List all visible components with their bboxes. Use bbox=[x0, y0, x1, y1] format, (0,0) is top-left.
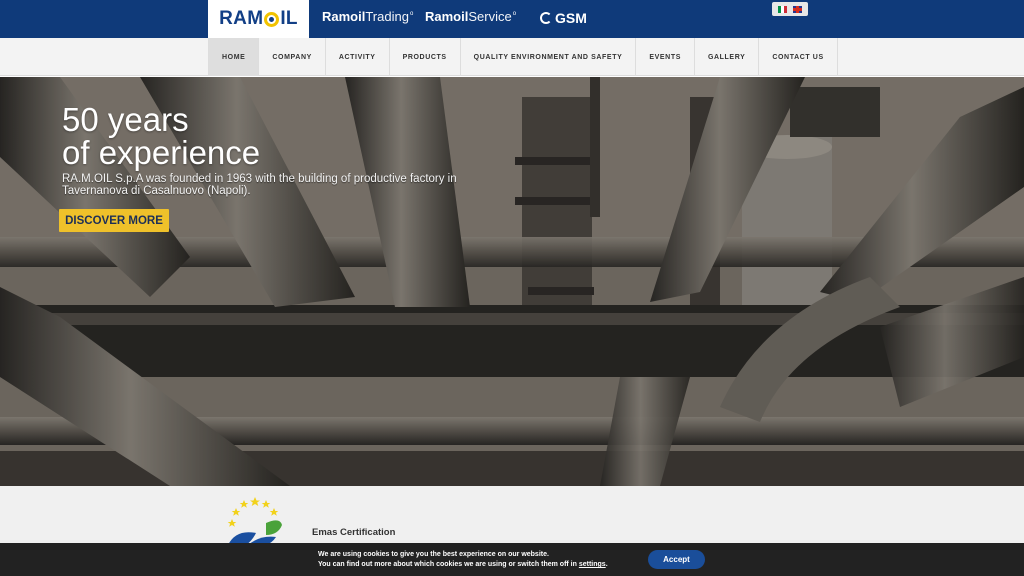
nav-item-contact[interactable]: CONTACT US bbox=[759, 38, 838, 76]
hero-title-line1: 50 years bbox=[62, 101, 189, 138]
cookie-settings-link[interactable]: settings bbox=[579, 561, 606, 568]
nav-item-quality[interactable]: QUALITY ENVIRONMENT AND SAFETY bbox=[461, 38, 637, 76]
cookie-line2-prefix: You can find out more about which cookie… bbox=[318, 561, 579, 568]
brand-bar: RAM IL Ramoil Trading o Ramoil Service o GSM bbox=[0, 0, 1024, 38]
nav-item-products[interactable]: PRODUCTS bbox=[390, 38, 461, 76]
emas-certification-title: Emas Certification bbox=[312, 527, 396, 538]
trading-mark: o bbox=[409, 11, 414, 17]
discover-more-button[interactable]: DISCOVER MORE bbox=[59, 209, 169, 232]
cookie-message-line1: We are using cookies to give you the bes… bbox=[318, 551, 549, 558]
nav-item-gallery[interactable]: GALLERY bbox=[695, 38, 760, 76]
nav-item-activity[interactable]: ACTIVITY bbox=[326, 38, 390, 76]
ramoil-logo: RAM IL bbox=[219, 8, 298, 30]
gsm-label: GSM bbox=[555, 10, 587, 26]
service-thin: Service bbox=[468, 9, 512, 24]
service-mark: o bbox=[512, 11, 517, 17]
logo-text-part1: RAM bbox=[219, 8, 264, 29]
cookie-accept-button[interactable]: Accept bbox=[648, 550, 705, 569]
cookie-banner: We are using cookies to give you the bes… bbox=[0, 543, 1024, 576]
trading-thin: Trading bbox=[365, 9, 409, 24]
hero-description: RA.M.OIL S.p.A was founded in 1963 with … bbox=[62, 173, 482, 197]
gsm-link[interactable]: GSM bbox=[540, 10, 587, 26]
logo-text-part2: IL bbox=[280, 8, 298, 29]
hero-slider: 50 years of experience RA.M.OIL S.p.A wa… bbox=[0, 77, 1024, 486]
service-bold: Ramoil bbox=[425, 9, 469, 24]
hero-description-line1: RA.M.OIL S.p.A was founded in 1963 with … bbox=[62, 173, 457, 185]
nav-item-home[interactable]: HOME bbox=[208, 38, 260, 76]
hero-description-line2: Tavernanova di Casalnuovo (Napoli). bbox=[62, 185, 251, 197]
italian-flag-icon[interactable] bbox=[778, 5, 787, 13]
language-switcher bbox=[772, 2, 808, 16]
gsm-swirl-icon bbox=[540, 12, 552, 24]
main-navigation: HOME COMPANY ACTIVITY PRODUCTS QUALITY E… bbox=[0, 38, 1024, 76]
ramoil-service-link[interactable]: Ramoil Service o bbox=[425, 9, 516, 24]
nav-item-company[interactable]: COMPANY bbox=[259, 38, 326, 76]
emas-eu-stars-logo-icon bbox=[227, 497, 282, 545]
uk-flag-icon[interactable] bbox=[793, 5, 802, 13]
nav-menu: HOME COMPANY ACTIVITY PRODUCTS QUALITY E… bbox=[208, 38, 838, 76]
hero-heading: 50 years of experience bbox=[62, 103, 260, 169]
ramoil-trading-link[interactable]: Ramoil Trading o bbox=[322, 9, 413, 24]
ramoil-logo-link[interactable]: RAM IL bbox=[208, 0, 309, 38]
nav-item-events[interactable]: EVENTS bbox=[636, 38, 695, 76]
cookie-message-line2: You can find out more about which cookie… bbox=[318, 560, 608, 570]
cookie-line2-suffix: . bbox=[605, 561, 608, 568]
hero-title-line2: of experience bbox=[62, 134, 261, 171]
logo-o-icon bbox=[264, 11, 280, 27]
trading-bold: Ramoil bbox=[322, 9, 366, 24]
cookie-message: We are using cookies to give you the bes… bbox=[318, 550, 608, 570]
